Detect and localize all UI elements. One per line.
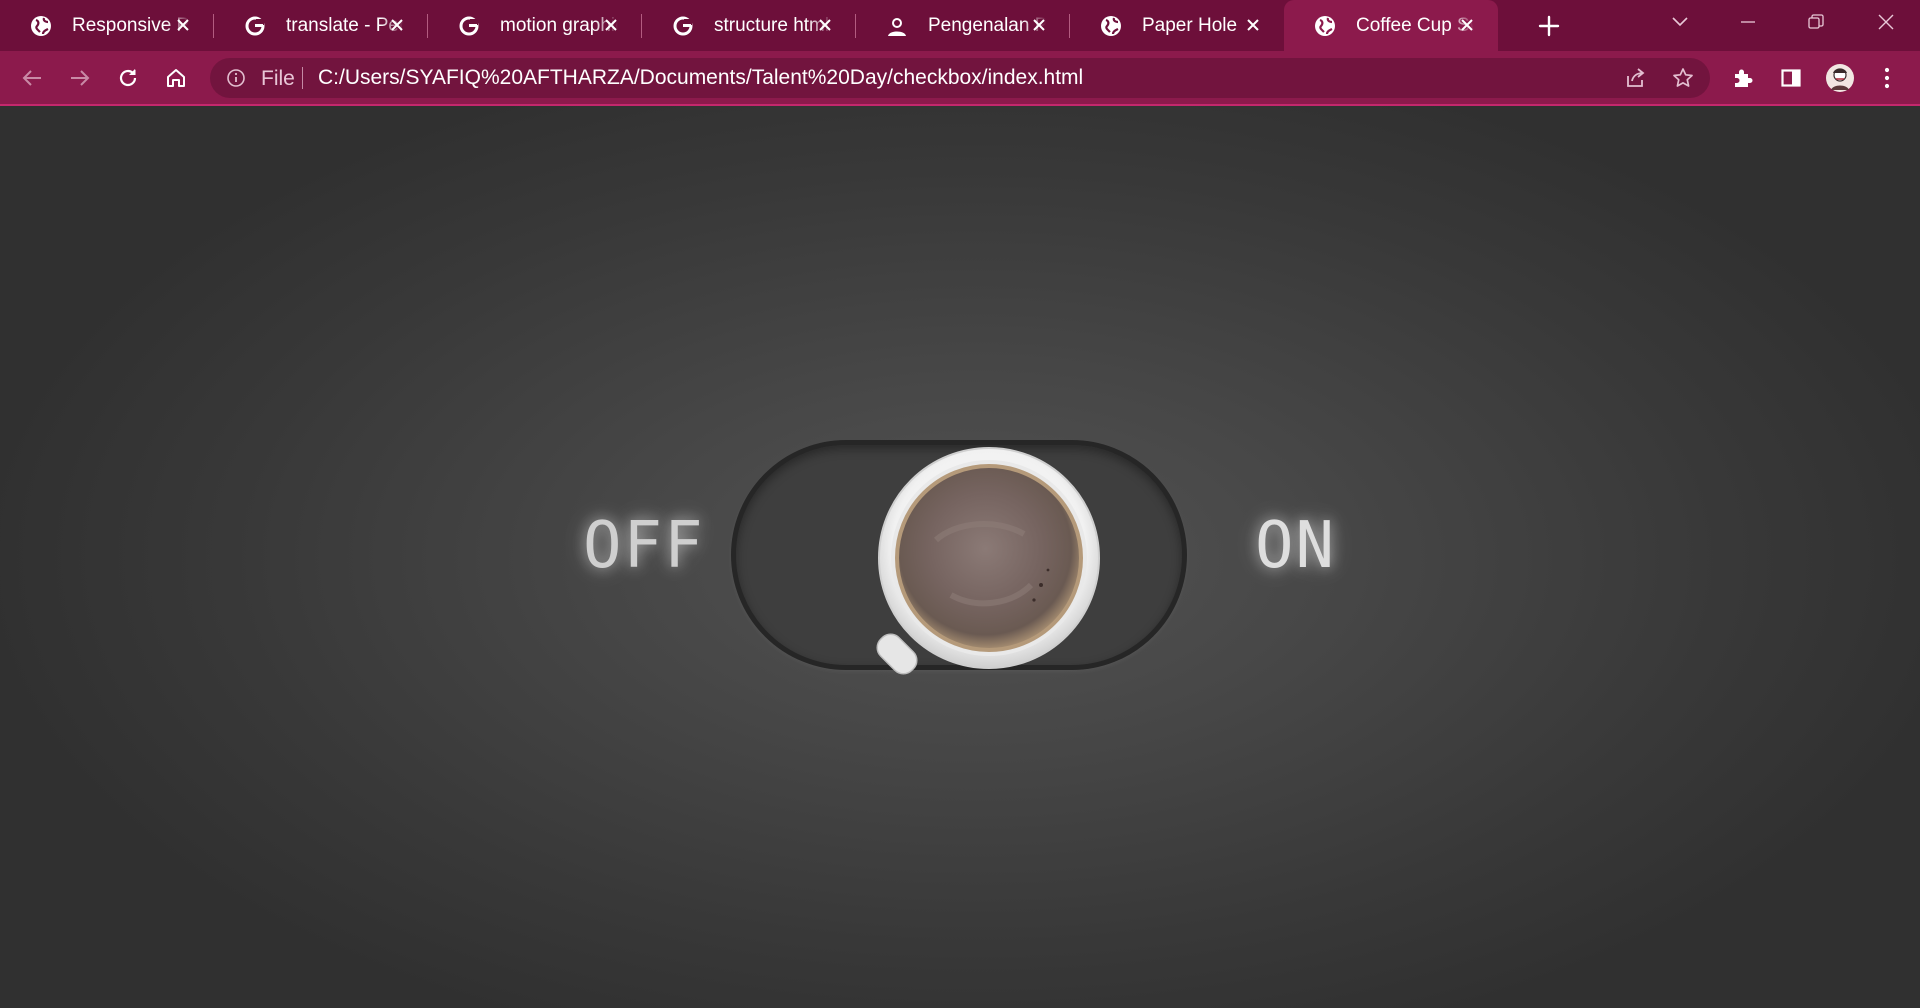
avatar-icon bbox=[886, 15, 908, 37]
off-label: OFF bbox=[583, 509, 705, 583]
tab-close-button[interactable] bbox=[386, 14, 408, 36]
reload-button[interactable] bbox=[113, 63, 143, 93]
close-icon bbox=[1878, 14, 1894, 30]
side-panel-button[interactable] bbox=[1776, 63, 1806, 93]
on-label: ON bbox=[1255, 509, 1337, 583]
close-icon bbox=[391, 19, 403, 31]
close-window-button[interactable] bbox=[1856, 0, 1916, 44]
close-icon bbox=[819, 19, 831, 31]
tab-6[interactable]: Paper Hole bbox=[1070, 0, 1284, 51]
tab-strip: Responsive Pertranslate - Pencmotion gra… bbox=[0, 0, 1920, 51]
home-button[interactable] bbox=[161, 63, 191, 93]
tab-search-button[interactable] bbox=[1650, 0, 1710, 44]
new-tab-button[interactable] bbox=[1535, 12, 1563, 40]
coffee-cup-knob[interactable] bbox=[866, 445, 1106, 685]
tab-4[interactable]: structure html bbox=[642, 0, 856, 51]
arrow-left-icon bbox=[22, 70, 41, 86]
tab-close-button[interactable] bbox=[600, 14, 622, 36]
side-panel-icon bbox=[1781, 69, 1801, 87]
tab-close-button[interactable] bbox=[1242, 14, 1264, 36]
star-icon bbox=[1673, 68, 1693, 87]
chevron-down-icon bbox=[1672, 17, 1688, 27]
google-g-icon bbox=[458, 15, 480, 37]
tab-3[interactable]: motion graphic bbox=[428, 0, 642, 51]
tab-close-button[interactable] bbox=[814, 14, 836, 36]
page-viewport: OFF ON bbox=[0, 106, 1920, 1008]
url-scheme-label: File bbox=[261, 67, 295, 90]
globe-icon bbox=[1314, 15, 1336, 37]
browser-toolbar: File C:/Users/SYAFIQ%20AFTHARZA/Document… bbox=[0, 51, 1920, 106]
close-icon bbox=[605, 19, 617, 31]
avatar-icon bbox=[1826, 64, 1854, 92]
share-icon bbox=[1627, 68, 1645, 87]
tab-close-button[interactable] bbox=[172, 14, 194, 36]
share-button[interactable] bbox=[1620, 63, 1650, 93]
close-icon bbox=[177, 19, 189, 31]
url-text[interactable]: C:/Users/SYAFIQ%20AFTHARZA/Documents/Tal… bbox=[318, 66, 1083, 90]
puzzle-icon bbox=[1735, 69, 1753, 87]
bookmark-button[interactable] bbox=[1668, 63, 1698, 93]
forward-button[interactable] bbox=[65, 63, 95, 93]
reload-icon bbox=[119, 69, 137, 87]
tab-close-button[interactable] bbox=[1028, 14, 1050, 36]
globe-icon bbox=[1100, 15, 1122, 37]
tab-close-button[interactable] bbox=[1456, 14, 1478, 36]
coffee-toggle-switch[interactable] bbox=[731, 440, 1187, 675]
arrow-right-icon bbox=[71, 70, 90, 86]
profile-avatar[interactable] bbox=[1824, 62, 1856, 94]
minimize-icon bbox=[1741, 21, 1755, 23]
info-icon[interactable] bbox=[225, 67, 247, 89]
tab-7[interactable]: Coffee Cup Sw bbox=[1284, 0, 1498, 51]
restore-icon bbox=[1808, 14, 1824, 29]
back-button[interactable] bbox=[17, 63, 47, 93]
plus-icon bbox=[1538, 15, 1560, 37]
omnibox-divider bbox=[302, 67, 303, 89]
close-icon bbox=[1247, 19, 1259, 31]
home-icon bbox=[167, 69, 185, 87]
tab-1[interactable]: Responsive Per bbox=[0, 0, 214, 51]
extensions-button[interactable] bbox=[1728, 63, 1758, 93]
close-icon bbox=[1461, 19, 1473, 31]
minimize-button[interactable] bbox=[1718, 0, 1778, 44]
address-bar[interactable]: File C:/Users/SYAFIQ%20AFTHARZA/Document… bbox=[210, 58, 1710, 98]
close-icon bbox=[1033, 19, 1045, 31]
tab-2[interactable]: translate - Penc bbox=[214, 0, 428, 51]
restore-button[interactable] bbox=[1786, 0, 1846, 44]
google-g-icon bbox=[672, 15, 694, 37]
globe-icon bbox=[30, 15, 52, 37]
google-g-icon bbox=[244, 15, 266, 37]
tab-5[interactable]: Pengenalan Pr bbox=[856, 0, 1070, 51]
menu-button[interactable] bbox=[1872, 63, 1902, 93]
kebab-menu-icon bbox=[1884, 67, 1890, 89]
